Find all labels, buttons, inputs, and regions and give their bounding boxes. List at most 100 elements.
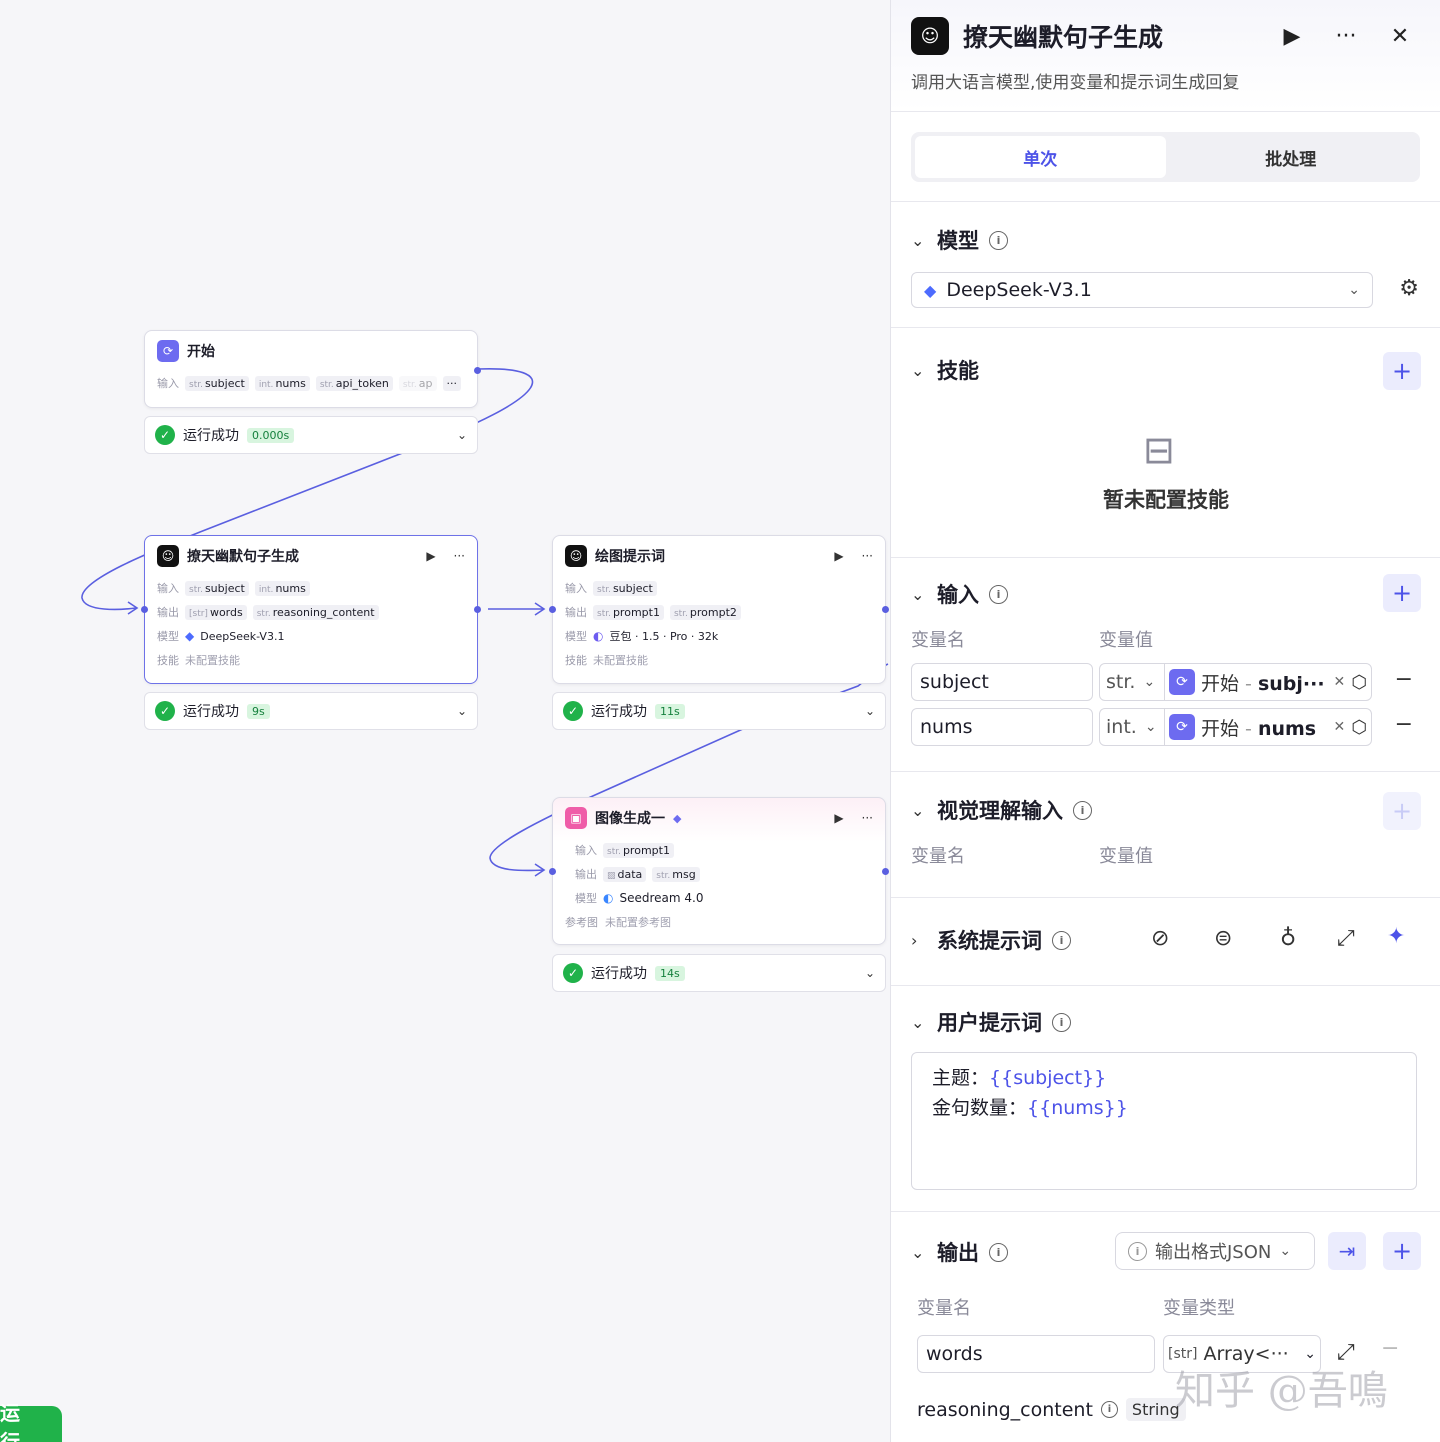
bulb-icon[interactable]: ♁ — [1280, 926, 1296, 951]
user-prompt-editor[interactable]: 主题：{{subject}} 金句数量：{{nums}} — [911, 1052, 1417, 1190]
node-start-status[interactable]: ✓ 运行成功 0.000s ⌄ — [144, 416, 478, 454]
skills-empty-text: 暂未配置技能 — [1103, 488, 1229, 512]
more-icon[interactable]: ··· — [1326, 24, 1366, 49]
node-image-title: 图像生成一 — [595, 811, 665, 827]
duration-badge: 9s — [247, 703, 270, 719]
node-llm2-status[interactable]: ✓ 运行成功 11s ⌄ — [552, 692, 886, 730]
info-icon[interactable]: i — [989, 1242, 1008, 1262]
clear-icon[interactable]: ✕ — [1334, 674, 1346, 690]
template-library-icon[interactable]: ⊜ — [1214, 926, 1232, 951]
node-llm1[interactable]: ☺ 撩天幽默句子生成 ▶ ··· 输入 str. subject int. nums… — [141, 535, 481, 684]
type-select[interactable]: int. ⌄ — [1099, 708, 1165, 746]
chevron-down-icon: ⌄ — [1348, 282, 1360, 298]
chip-name: nums — [275, 581, 306, 595]
output-format-select[interactable]: i 输出格式JSON ⌄ — [1115, 1232, 1315, 1270]
node-llm1-status[interactable]: ✓ 运行成功 9s ⌄ — [144, 692, 478, 730]
section-system-prompt: › 系统提示词 i ⊘ ⊜ ♁ ⤢ ✦ — [891, 897, 1440, 985]
variable-reference[interactable]: ⟳ 开始 - nums ✕ ⬡ — [1164, 708, 1372, 746]
chevron-down-icon[interactable]: ⌄ — [457, 428, 467, 442]
chevron-down-icon[interactable]: ⌄ — [911, 585, 927, 604]
play-icon[interactable]: ▶ — [426, 549, 435, 563]
add-input-button[interactable]: + — [1383, 574, 1421, 612]
edge-llm2-img-arrow — [534, 863, 546, 877]
model-name: DeepSeek-V3.1 — [200, 629, 285, 643]
info-icon[interactable]: i — [1073, 800, 1092, 820]
output-port[interactable] — [882, 606, 889, 613]
prompt-line: 金句数量：{{nums}} — [932, 1097, 1128, 1119]
section-title: 模型 — [937, 229, 979, 253]
chevron-down-icon[interactable]: ⌄ — [865, 704, 875, 718]
node-llm2[interactable]: ☺ 绘图提示词 ▶ ··· 输入 str. subject 输出 str. prom… — [549, 535, 889, 684]
variable-picker-icon[interactable]: ⬡ — [1351, 717, 1367, 738]
more-icon[interactable]: ··· — [454, 549, 465, 563]
input-chip: str. subject — [593, 580, 657, 596]
type-select[interactable]: str. ⌄ — [1099, 663, 1165, 701]
chevron-down-icon[interactable]: ⌄ — [911, 361, 927, 380]
expand-icon[interactable]: ⤢ — [1337, 926, 1355, 951]
info-icon[interactable]: i — [989, 230, 1008, 250]
output-port[interactable] — [882, 868, 889, 875]
info-icon[interactable]: i — [1052, 930, 1071, 950]
chevron-down-icon[interactable]: ⌄ — [457, 704, 467, 718]
tab-single[interactable]: 单次 — [915, 136, 1166, 178]
output-type-select[interactable]: [str] Array<··· ⌄ — [1163, 1335, 1321, 1373]
play-icon[interactable]: ▶ — [834, 549, 843, 563]
more-inputs-button[interactable]: ··· — [442, 375, 462, 391]
input-port[interactable] — [549, 606, 556, 613]
node-image-status[interactable]: ✓ 运行成功 14s ⌄ — [552, 954, 886, 992]
output-name-field[interactable]: words — [917, 1335, 1155, 1373]
output-port[interactable] — [474, 367, 481, 374]
add-vision-input-button[interactable]: + — [1383, 792, 1421, 830]
input-name-field[interactable]: nums — [911, 708, 1093, 746]
workflow-canvas[interactable]: ⟳ 开始 输入 str. subject int. nums str. api_tok… — [0, 0, 890, 1442]
add-skill-button[interactable]: + — [1383, 352, 1421, 390]
node-image[interactable]: ▣ 图像生成一 ◆ ▶ ··· 输入 str. prompt1 输出 ▨ data … — [549, 797, 889, 945]
remove-row-button[interactable]: − — [1381, 1336, 1399, 1361]
remove-row-button[interactable]: − — [1395, 712, 1413, 737]
section-skills: ⌄ 技能 + ⊟ 暂未配置技能 — [891, 327, 1440, 557]
chip-name: prompt1 — [612, 605, 660, 619]
node-llm1-skill: 技能 未配置技能 — [145, 648, 477, 672]
compass-icon[interactable]: ⊘ — [1151, 926, 1169, 951]
run-workflow-button[interactable]: 运行 — [0, 1401, 62, 1442]
node-llm1-inputs: 输入 str. subject int. nums — [145, 576, 477, 600]
chevron-down-icon: ⌄ — [1304, 1346, 1316, 1362]
clear-icon[interactable]: ✕ — [1334, 719, 1346, 735]
chip-name: subject — [612, 581, 653, 595]
chip-name: data — [617, 867, 643, 881]
node-start[interactable]: ⟳ 开始 输入 str. subject int. nums str. api_tok… — [144, 330, 481, 408]
column-header-value: 变量值 — [1099, 630, 1153, 651]
ai-sparkle-icon[interactable]: ✦ — [1387, 924, 1405, 949]
more-icon[interactable]: ··· — [862, 549, 873, 563]
expand-icon[interactable]: ⤢ — [1337, 1340, 1355, 1365]
chevron-down-icon[interactable]: ⌄ — [911, 1243, 927, 1262]
gear-icon[interactable]: ⚙ — [1399, 276, 1419, 301]
chevron-down-icon[interactable]: ⌄ — [865, 966, 875, 980]
play-icon[interactable]: ▶ — [1272, 24, 1312, 49]
chevron-right-icon[interactable]: › — [911, 931, 927, 950]
remove-row-button[interactable]: − — [1395, 667, 1413, 692]
chip-name: reasoning_content — [272, 605, 375, 619]
tab-batch[interactable]: 批处理 — [1166, 136, 1417, 178]
variable-reference[interactable]: ⟳ 开始 - subj··· ✕ ⬡ — [1164, 663, 1372, 701]
llm-icon: ☺ — [157, 545, 179, 567]
model-select[interactable]: ◆ DeepSeek-V3.1 ⌄ — [911, 272, 1373, 308]
output-chip: str. prompt2 — [669, 604, 741, 620]
info-icon[interactable]: i — [1052, 1012, 1071, 1032]
more-icon[interactable]: ··· — [862, 811, 873, 825]
input-name-field[interactable]: subject — [911, 663, 1093, 701]
close-icon[interactable]: ✕ — [1380, 24, 1420, 49]
chevron-down-icon[interactable]: ⌄ — [911, 231, 927, 250]
input-chip: str. prompt1 — [603, 842, 674, 858]
add-output-button[interactable]: + — [1383, 1232, 1421, 1270]
play-icon[interactable]: ▶ — [834, 811, 843, 825]
info-icon[interactable]: i — [989, 584, 1008, 604]
chevron-down-icon[interactable]: ⌄ — [911, 801, 927, 820]
variable-picker-icon[interactable]: ⬡ — [1351, 672, 1367, 693]
info-icon[interactable]: i — [1100, 1401, 1118, 1418]
output-port[interactable] — [474, 606, 481, 613]
input-port[interactable] — [141, 606, 148, 613]
chevron-down-icon[interactable]: ⌄ — [911, 1013, 927, 1032]
input-port[interactable] — [549, 868, 556, 875]
import-output-button[interactable]: ⇥ — [1328, 1232, 1366, 1270]
